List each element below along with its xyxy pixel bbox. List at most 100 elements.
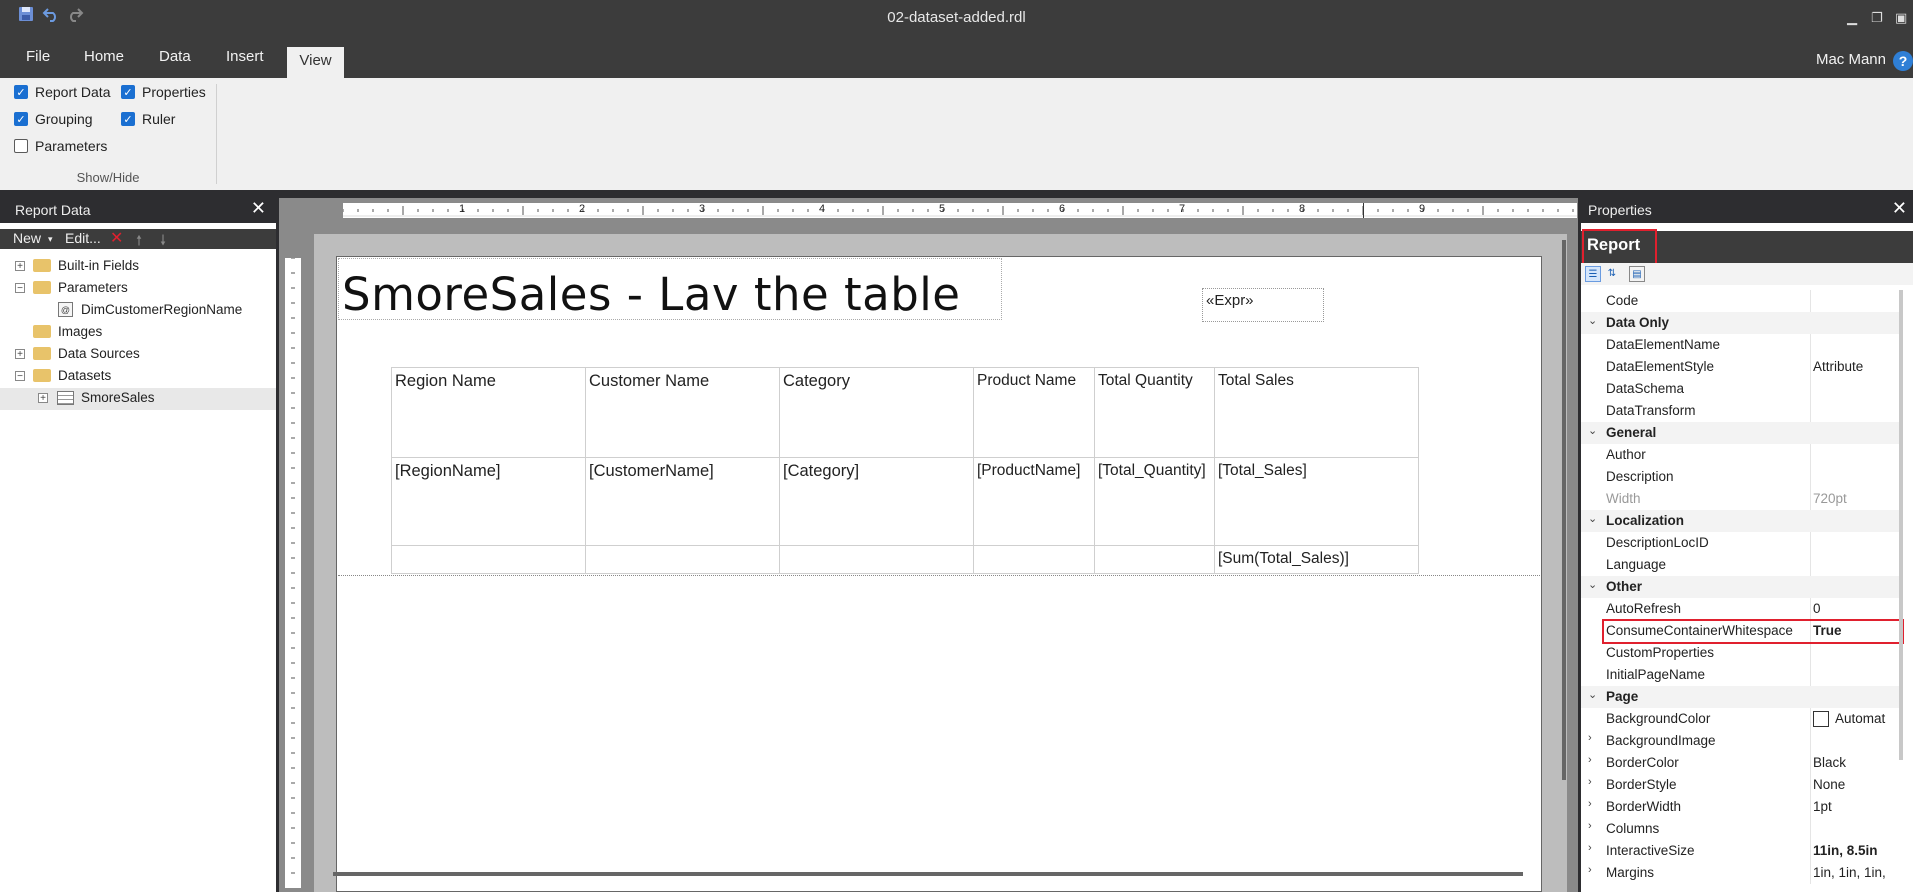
properties-scrollbar[interactable] bbox=[1899, 290, 1903, 760]
report-title[interactable]: SmoreSales - Lav the table bbox=[342, 268, 960, 321]
restore-icon[interactable]: ❐ bbox=[1871, 10, 1883, 26]
prop-row[interactable]: Language bbox=[1581, 554, 1903, 576]
prop-category[interactable]: ⌄ Localization bbox=[1581, 510, 1903, 532]
vertical-scrollbar[interactable] bbox=[1562, 240, 1566, 780]
prop-row[interactable]: DataElementName bbox=[1581, 334, 1903, 356]
chevron-right-icon[interactable]: › bbox=[1588, 732, 1592, 744]
tab-file[interactable]: File bbox=[26, 48, 50, 65]
horizontal-scrollbar[interactable] bbox=[333, 872, 1523, 876]
total-cell[interactable] bbox=[779, 545, 974, 574]
tree-item-built-in-fields[interactable]: + Built-in Fields bbox=[0, 256, 276, 278]
header-cell[interactable]: Total Quantity bbox=[1094, 367, 1215, 458]
detail-cell[interactable]: [Total_Sales] bbox=[1214, 457, 1419, 546]
chevron-down-icon[interactable]: ⌄ bbox=[1588, 688, 1597, 701]
report-data-checkbox[interactable]: ✓ Report Data bbox=[14, 84, 110, 100]
expression-textbox[interactable]: «Expr» bbox=[1202, 288, 1324, 322]
edit-button[interactable]: Edit... bbox=[65, 230, 101, 246]
prop-row[interactable]: › Margins 1in, 1in, 1in, bbox=[1581, 862, 1903, 884]
detail-cell[interactable]: [ProductName] bbox=[973, 457, 1095, 546]
close-icon[interactable]: ✕ bbox=[251, 198, 266, 219]
header-cell[interactable]: Category bbox=[779, 367, 974, 458]
report-table[interactable]: Region Name Customer Name Category Produ… bbox=[391, 367, 1419, 574]
ruler-checkbox[interactable]: ✓ Ruler bbox=[121, 111, 175, 127]
detail-cell[interactable]: [Total_Quantity] bbox=[1094, 457, 1215, 546]
color-swatch[interactable] bbox=[1813, 711, 1829, 728]
collapse-icon[interactable]: − bbox=[15, 371, 25, 382]
prop-row[interactable]: AutoRefresh 0 bbox=[1581, 598, 1903, 620]
total-cell[interactable] bbox=[391, 545, 586, 574]
move-up-icon[interactable]: 🠕 bbox=[136, 230, 142, 254]
tab-data[interactable]: Data bbox=[159, 48, 191, 65]
tree-item-parameter[interactable]: @ DimCustomerRegionName bbox=[0, 300, 276, 322]
prop-row[interactable]: DescriptionLocID bbox=[1581, 532, 1903, 554]
tab-home[interactable]: Home bbox=[84, 48, 124, 65]
prop-row[interactable]: Width 720pt bbox=[1581, 488, 1903, 510]
prop-row[interactable]: › Columns bbox=[1581, 818, 1903, 840]
grouping-checkbox[interactable]: ✓ Grouping bbox=[14, 111, 93, 127]
chevron-down-icon[interactable]: ⌄ bbox=[1588, 578, 1597, 591]
prop-category[interactable]: ⌄ Other bbox=[1581, 576, 1903, 598]
categorized-icon[interactable]: ☰ bbox=[1585, 266, 1601, 282]
prop-row[interactable]: DataSchema bbox=[1581, 378, 1903, 400]
prop-row[interactable]: › InteractiveSize 11in, 8.5in bbox=[1581, 840, 1903, 862]
chevron-right-icon[interactable]: › bbox=[1588, 820, 1592, 832]
chevron-down-icon[interactable]: ⌄ bbox=[1588, 424, 1597, 437]
tree-item-datasets[interactable]: − Datasets bbox=[0, 366, 276, 388]
prop-row[interactable]: Code bbox=[1581, 290, 1903, 312]
collapse-icon[interactable]: − bbox=[15, 283, 25, 294]
prop-row[interactable]: › BorderColor Black bbox=[1581, 752, 1903, 774]
properties-checkbox[interactable]: ✓ Properties bbox=[121, 84, 206, 100]
header-cell[interactable]: Product Name bbox=[973, 367, 1095, 458]
prop-category[interactable]: ⌄ Page bbox=[1581, 686, 1903, 708]
parameters-checkbox[interactable]: Parameters bbox=[14, 138, 107, 154]
tab-insert[interactable]: Insert bbox=[226, 48, 264, 65]
prop-row[interactable]: Description bbox=[1581, 466, 1903, 488]
user-name[interactable]: Mac Mann bbox=[1816, 51, 1886, 68]
tab-view[interactable]: View bbox=[287, 47, 344, 78]
new-button[interactable]: New bbox=[13, 230, 41, 246]
property-pages-icon[interactable]: ▤ bbox=[1629, 266, 1645, 282]
detail-cell[interactable]: [CustomerName] bbox=[585, 457, 780, 546]
tree-item-images[interactable]: Images bbox=[0, 322, 276, 344]
help-icon[interactable]: ? bbox=[1893, 51, 1913, 71]
expand-icon[interactable]: + bbox=[15, 261, 25, 272]
detail-cell[interactable]: [RegionName] bbox=[391, 457, 586, 546]
prop-row[interactable]: › BorderWidth 1pt bbox=[1581, 796, 1903, 818]
chevron-right-icon[interactable]: › bbox=[1588, 842, 1592, 854]
chevron-right-icon[interactable]: › bbox=[1588, 754, 1592, 766]
prop-row[interactable]: › BackgroundImage bbox=[1581, 730, 1903, 752]
chevron-down-icon[interactable]: ⌄ bbox=[1588, 314, 1597, 327]
close-window-icon[interactable]: ▣ bbox=[1895, 10, 1907, 26]
prop-row[interactable]: DataElementStyle Attribute bbox=[1581, 356, 1903, 378]
detail-cell[interactable]: [Category] bbox=[779, 457, 974, 546]
chevron-down-icon[interactable]: ⌄ bbox=[1588, 512, 1597, 525]
expand-icon[interactable]: + bbox=[15, 349, 25, 360]
prop-row[interactable]: DataTransform bbox=[1581, 400, 1903, 422]
prop-row[interactable]: Author bbox=[1581, 444, 1903, 466]
close-icon[interactable]: ✕ bbox=[1892, 198, 1907, 219]
move-down-icon[interactable]: 🠗 bbox=[160, 230, 166, 254]
prop-row[interactable]: BackgroundColor Automat bbox=[1581, 708, 1903, 730]
expand-icon[interactable]: + bbox=[38, 393, 48, 404]
tree-item-data-sources[interactable]: + Data Sources bbox=[0, 344, 276, 366]
total-cell[interactable] bbox=[973, 545, 1095, 574]
prop-category[interactable]: ⌄ General bbox=[1581, 422, 1903, 444]
chevron-right-icon[interactable]: › bbox=[1588, 776, 1592, 788]
tree-item-parameters[interactable]: − Parameters bbox=[0, 278, 276, 300]
total-cell[interactable] bbox=[1094, 545, 1215, 574]
tree-item-dataset[interactable]: + SmoreSales bbox=[0, 388, 276, 410]
chevron-right-icon[interactable]: › bbox=[1588, 864, 1592, 876]
header-cell[interactable]: Total Sales bbox=[1214, 367, 1419, 458]
total-cell[interactable]: [Sum(Total_Sales)] bbox=[1214, 545, 1419, 574]
header-cell[interactable]: Region Name bbox=[391, 367, 586, 458]
minimize-icon[interactable]: ▁ bbox=[1847, 10, 1857, 26]
total-cell[interactable] bbox=[585, 545, 780, 574]
prop-row[interactable]: › BorderStyle None bbox=[1581, 774, 1903, 796]
dropdown-arrow-icon[interactable]: ▾ bbox=[48, 234, 53, 245]
prop-row[interactable]: InitialPageName bbox=[1581, 664, 1903, 686]
delete-icon[interactable]: ✕ bbox=[110, 228, 123, 248]
prop-category[interactable]: ⌄ Data Only bbox=[1581, 312, 1903, 334]
chevron-right-icon[interactable]: › bbox=[1588, 798, 1592, 810]
sort-alphabetical-icon[interactable]: ⇅ bbox=[1604, 266, 1620, 282]
header-cell[interactable]: Customer Name bbox=[585, 367, 780, 458]
